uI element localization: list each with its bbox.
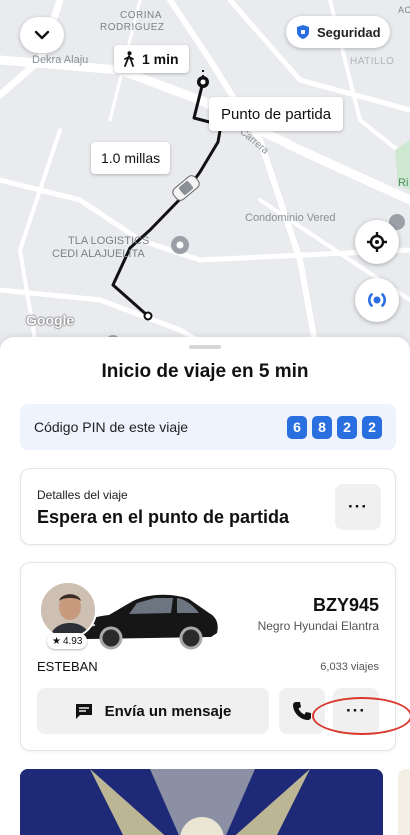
call-button[interactable]: [279, 688, 325, 734]
star-icon: ★: [52, 635, 61, 647]
driver-rating: ★ 4.93: [47, 633, 88, 649]
car-model: Negro Hyundai Elantra: [257, 619, 379, 633]
walking-person-icon: [124, 51, 134, 67]
map-label-dekra: Dekra Alaju: [32, 54, 89, 66]
driver-more-button[interactable]: ···: [333, 688, 379, 734]
security-label: Seguridad: [317, 24, 381, 40]
shield-icon: [297, 25, 309, 39]
pin-digit: 2: [337, 415, 357, 439]
map-label-rodriguez: RODRIGUEZ: [100, 22, 165, 33]
trip-status: Espera en el punto de partida: [37, 507, 290, 527]
map-view[interactable]: CORINA RODRIGUEZ Dekra Alaju HATILLO Car…: [0, 0, 410, 370]
recenter-button[interactable]: [355, 220, 399, 264]
map-label-condominio: Condominio Vered: [245, 212, 336, 224]
walk-time-bubble: 1 min: [114, 45, 189, 73]
distance-bubble: 1.0 millas: [91, 142, 171, 174]
chat-bubble-icon: [75, 703, 92, 719]
map-label-ri: Ri: [398, 177, 409, 189]
map-label-tla: TLA LOGISTICS: [68, 235, 150, 247]
driver-trip-count: 6,033 viajes: [320, 661, 379, 673]
send-message-button[interactable]: Envía un mensaje: [37, 688, 269, 734]
pin-digit: 8: [312, 415, 332, 439]
crosshair-icon: [367, 232, 387, 252]
driver-name: ESTEBAN: [37, 659, 98, 674]
google-logo: Google: [26, 312, 75, 328]
sheet-drag-handle[interactable]: [189, 345, 221, 349]
route-end-marker: [143, 311, 153, 321]
walk-time-text: 1 min: [142, 51, 179, 67]
trip-more-button[interactable]: ···: [335, 484, 381, 530]
security-button[interactable]: Seguridad: [286, 16, 390, 48]
map-label-ac: AC: [398, 5, 410, 15]
route-line: [111, 81, 223, 318]
pickup-bubble: Punto de partida: [209, 97, 344, 131]
pin-row: Código PIN de este viaje 6 8 2 2: [20, 404, 396, 450]
map-label-cedi: CEDI ALAJUELITA: [52, 248, 145, 260]
distance-label: 1.0 millas: [101, 150, 161, 166]
driver-avatar[interactable]: [39, 581, 97, 639]
driver-card: ★ 4.93 BZY945 Negro Hyundai Elantra ESTE…: [20, 562, 396, 751]
pickup-label: Punto de partida: [221, 105, 332, 123]
rating-value: 4.93: [62, 635, 83, 647]
trip-details-subtitle: Detalles del viaje: [37, 488, 128, 502]
pin-label: Código PIN de este viaje: [34, 419, 189, 435]
map-label-hatillo: HATILLO: [350, 56, 395, 67]
license-plate: BZY945: [312, 595, 379, 615]
collapse-button[interactable]: [20, 17, 64, 53]
trip-sheet: Inicio de viaje en 5 min Código PIN de e…: [0, 337, 410, 835]
pin-digits: 6 8 2 2: [287, 415, 382, 439]
safety-toolkit-button[interactable]: [355, 278, 399, 322]
promo-banner[interactable]: [20, 769, 383, 835]
phone-icon: [293, 702, 311, 720]
trip-eta-title: Inicio de viaje en 5 min: [101, 361, 309, 382]
pin-digit: 6: [287, 415, 307, 439]
chevron-down-icon: [34, 30, 50, 40]
map-label-corina: CORINA: [120, 10, 162, 21]
trip-details-card[interactable]: Detalles del viaje Espera en el punto de…: [20, 468, 396, 545]
send-message-label: Envía un mensaje: [104, 702, 232, 720]
broadcast-icon: [368, 293, 386, 307]
promo-banner-next[interactable]: [398, 769, 410, 835]
pin-digit: 2: [362, 415, 382, 439]
